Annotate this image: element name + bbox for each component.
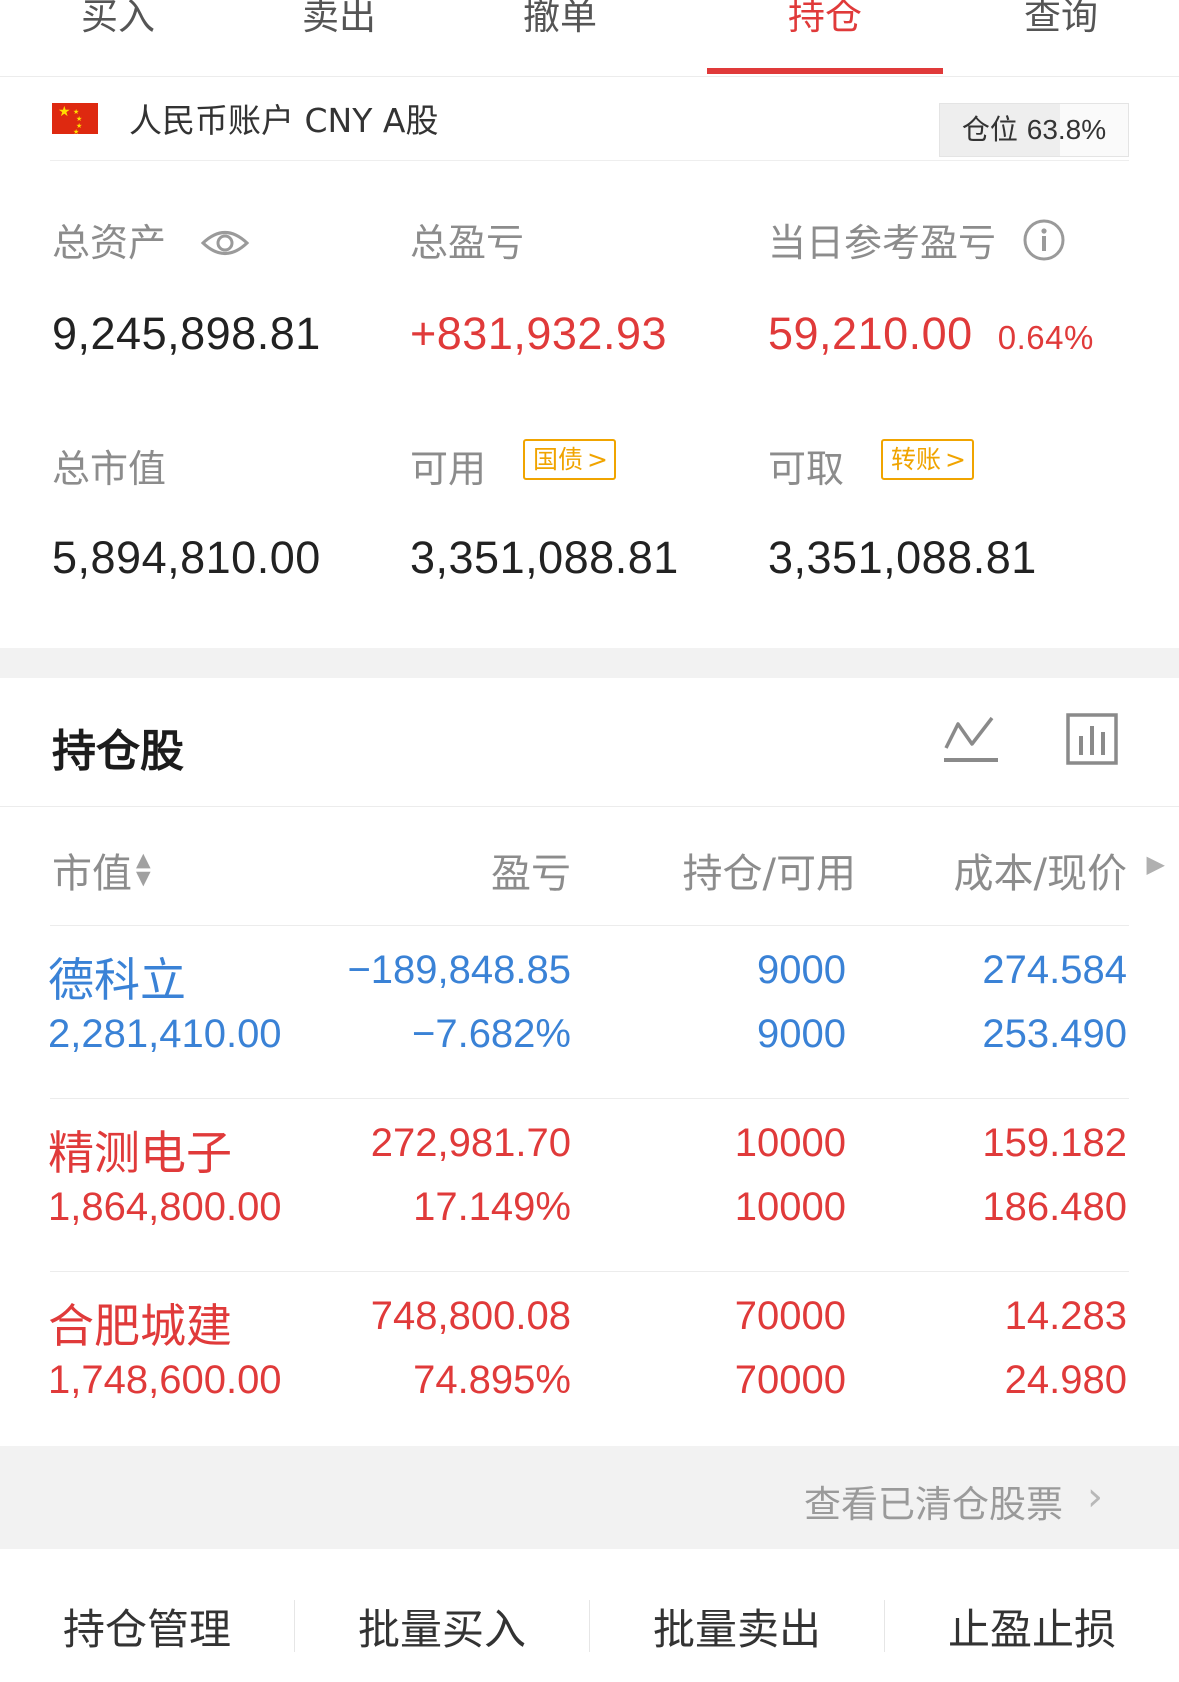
withdrawable-label: 可取 <box>768 447 845 491</box>
treasury-bond-badge[interactable]: 国债 > <box>523 439 616 480</box>
batch-sell-button[interactable]: 批量卖出 <box>590 1596 884 1657</box>
scroll-right-icon[interactable]: ▶ <box>1147 850 1165 878</box>
stock-available: 10000 <box>734 1185 846 1229</box>
stock-cost: 274.584 <box>982 948 1127 992</box>
chevron-right-icon: › <box>1087 1474 1103 1520</box>
stock-pl: −189,848.85 <box>347 948 571 992</box>
stock-market-value: 1,748,600.00 <box>48 1358 282 1402</box>
sort-icon: ▲ ▼ <box>136 849 151 889</box>
info-icon[interactable] <box>1022 218 1066 262</box>
active-tab-indicator <box>707 68 943 74</box>
table-row[interactable]: 德科立 2,281,410.00 −189,848.85 −7.682% 900… <box>0 926 1179 1099</box>
section-gap <box>0 648 1179 678</box>
holdings-title: 持仓股 <box>52 726 184 777</box>
col-header-position: 持仓/可用 <box>682 851 856 897</box>
col-header-pl: 盈亏 <box>491 851 571 897</box>
stock-name: 合肥城建 <box>48 1299 232 1353</box>
stock-available: 9000 <box>757 1012 846 1056</box>
daily-pl-value: 59,210.00 0.64% <box>768 308 1094 359</box>
tab-buy[interactable]: 买入 <box>0 0 236 40</box>
transfer-badge[interactable]: 转账 > <box>881 439 974 480</box>
account-label[interactable]: 人民币账户 CNY A股 <box>129 94 438 142</box>
cleared-stocks-label: 查看已清仓股票 <box>804 1483 1063 1526</box>
total-pl-label: 总盈亏 <box>410 221 525 265</box>
stock-price: 253.490 <box>982 1012 1127 1056</box>
stock-pl-percent: 74.895% <box>413 1358 571 1402</box>
stock-name: 德科立 <box>48 953 186 1007</box>
batch-buy-button[interactable]: 批量买入 <box>295 1596 589 1657</box>
stock-position: 10000 <box>734 1121 846 1165</box>
divider <box>50 160 1129 161</box>
stock-name: 精测电子 <box>48 1126 232 1180</box>
stock-pl-percent: 17.149% <box>413 1185 571 1229</box>
position-ratio-text: 仓位 63.8% <box>961 113 1107 146</box>
table-row[interactable]: 合肥城建 1,748,600.00 748,800.08 74.895% 700… <box>0 1272 1179 1445</box>
stock-cost: 159.182 <box>982 1121 1127 1165</box>
position-management-button[interactable]: 持仓管理 <box>0 1596 294 1657</box>
stock-market-value: 1,864,800.00 <box>48 1185 282 1229</box>
stock-price: 24.980 <box>1004 1358 1127 1402</box>
stock-position: 70000 <box>734 1294 846 1338</box>
available-value: 3,351,088.81 <box>410 532 679 583</box>
stock-pl: 748,800.08 <box>370 1294 571 1338</box>
tab-cancel[interactable]: 撤单 <box>442 0 678 40</box>
available-label: 可用 <box>410 447 487 491</box>
stock-cost: 14.283 <box>1004 1294 1127 1338</box>
stock-market-value: 2,281,410.00 <box>48 1012 282 1056</box>
cleared-stocks-link[interactable]: 查看已清仓股票 › <box>0 1446 1179 1549</box>
tab-query[interactable]: 查询 <box>943 0 1179 40</box>
trend-chart-icon[interactable] <box>942 712 1000 768</box>
col-header-cost-price: 成本/现价 <box>953 851 1127 897</box>
tab-positions[interactable]: 持仓 <box>707 0 943 40</box>
take-profit-stop-loss-button[interactable]: 止盈止损 <box>885 1596 1179 1657</box>
stock-position: 9000 <box>757 948 846 992</box>
withdrawable-value: 3,351,088.81 <box>768 532 1037 583</box>
bar-chart-icon[interactable] <box>1065 712 1119 766</box>
china-flag-icon: ★ ★ ★ ★ ★ <box>52 103 98 136</box>
daily-pl-percent: 0.64% <box>997 319 1094 356</box>
total-assets-label: 总资产 <box>52 212 250 267</box>
total-pl-value: +831,932.93 <box>410 308 667 359</box>
total-assets-value: 9,245,898.81 <box>52 308 321 359</box>
market-value-label: 总市值 <box>52 447 167 491</box>
col-header-market-value[interactable]: 市值 ▲ ▼ <box>52 841 151 899</box>
position-ratio-badge: 仓位 63.8% <box>939 103 1129 157</box>
stock-pl-percent: −7.682% <box>411 1012 571 1056</box>
stock-price: 186.480 <box>982 1185 1127 1229</box>
chevron-right-icon: > <box>587 445 608 474</box>
trade-tab-bar: 买入 卖出 撤单 持仓 查询 <box>0 0 1179 77</box>
daily-pl-label: 当日参考盈亏 <box>768 212 1066 267</box>
market-value-value: 5,894,810.00 <box>52 532 321 583</box>
table-row[interactable]: 精测电子 1,864,800.00 272,981.70 17.149% 100… <box>0 1099 1179 1272</box>
stock-pl: 272,981.70 <box>370 1121 571 1165</box>
chevron-right-icon: > <box>945 445 966 474</box>
tab-sell[interactable]: 卖出 <box>221 0 457 40</box>
stock-available: 70000 <box>734 1358 846 1402</box>
divider <box>0 806 1179 807</box>
eye-icon[interactable] <box>200 226 250 260</box>
